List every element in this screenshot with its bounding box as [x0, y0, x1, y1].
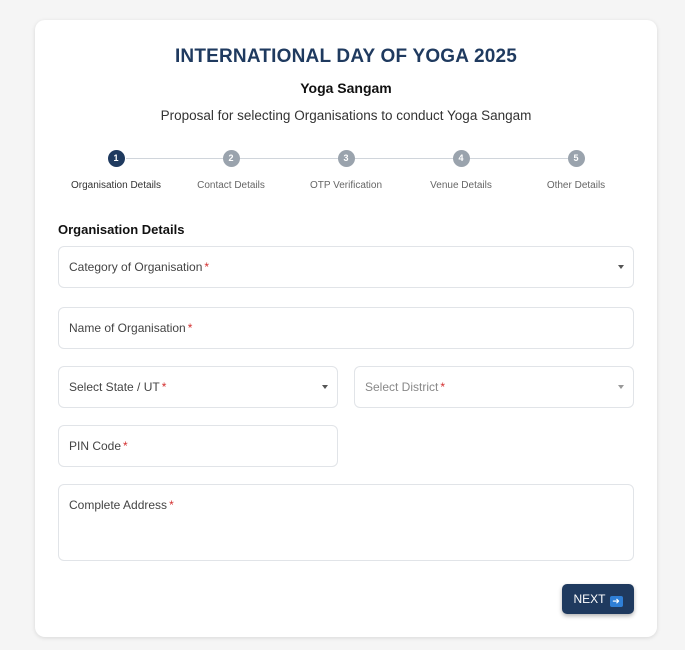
required-asterisk: *	[161, 380, 167, 394]
required-asterisk: *	[169, 498, 174, 512]
step-4[interactable]: 4 Venue Details	[403, 150, 519, 191]
section-title: Organisation Details	[58, 222, 185, 237]
next-button-label: NEXT	[573, 592, 606, 606]
required-asterisk: *	[204, 260, 210, 274]
step-1-circle: 1	[107, 150, 125, 167]
dropdown-caret-icon	[618, 385, 624, 389]
step-3-circle: 3	[337, 150, 355, 167]
organisation-name-input[interactable]: Name of Organisation *	[58, 307, 634, 349]
progress-stepper: 1 Organisation Details 2 Contact Details…	[58, 150, 636, 200]
step-5-circle: 5	[567, 150, 585, 167]
page-description: Proposal for selecting Organisations to …	[160, 108, 532, 123]
required-asterisk: *	[123, 439, 128, 453]
step-1-label: Organisation Details	[70, 180, 162, 191]
step-5-label: Other Details	[546, 180, 606, 191]
step-4-label: Venue Details	[430, 180, 492, 191]
category-select[interactable]: Category of Organisation *	[58, 246, 634, 288]
page-subtitle: Yoga Sangam	[300, 80, 392, 96]
district-label: Select District *	[365, 380, 446, 394]
form-card: INTERNATIONAL DAY OF YOGA 2025 Yoga Sang…	[35, 20, 657, 637]
right-arrow-icon: ➜	[609, 596, 623, 607]
address-textarea[interactable]: Complete Address *	[58, 484, 634, 561]
dropdown-caret-icon	[618, 265, 624, 269]
pin-code-input[interactable]: PIN Code *	[58, 425, 338, 467]
step-2-circle: 2	[222, 150, 240, 167]
state-select[interactable]: Select State / UT *	[58, 366, 338, 408]
pin-code-label: PIN Code *	[69, 439, 128, 453]
step-2[interactable]: 2 Contact Details	[173, 150, 289, 191]
category-label: Category of Organisation *	[69, 260, 210, 274]
step-4-circle: 4	[452, 150, 470, 167]
step-5[interactable]: 5 Other Details	[518, 150, 634, 191]
step-3[interactable]: 3 OTP Verification	[288, 150, 404, 191]
required-asterisk: *	[440, 380, 446, 394]
step-1[interactable]: 1 Organisation Details	[58, 150, 174, 191]
state-label: Select State / UT *	[69, 380, 167, 394]
step-3-label: OTP Verification	[309, 180, 383, 191]
page-title: INTERNATIONAL DAY OF YOGA 2025	[174, 46, 518, 67]
dropdown-caret-icon	[322, 385, 328, 389]
district-select[interactable]: Select District *	[354, 366, 634, 408]
organisation-name-label: Name of Organisation *	[69, 321, 193, 335]
step-2-label: Contact Details	[197, 180, 265, 191]
address-label: Complete Address *	[69, 498, 174, 512]
required-asterisk: *	[187, 321, 193, 335]
next-button[interactable]: NEXT ➜	[562, 584, 634, 614]
